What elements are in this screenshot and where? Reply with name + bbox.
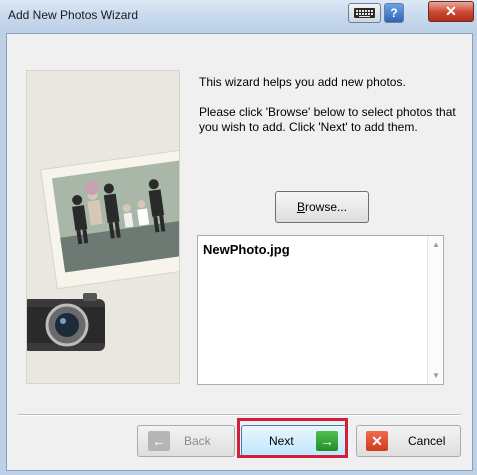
camera-icon: [27, 293, 105, 351]
keyboard-icon: [354, 8, 375, 18]
back-button[interactable]: ← Back: [137, 425, 235, 457]
help-button[interactable]: ?: [384, 3, 404, 23]
next-button-highlight: [237, 418, 348, 458]
instructions-text: Please click 'Browse' below to select ph…: [199, 105, 456, 134]
browse-label: Browse...: [296, 200, 348, 214]
intro-text: This wizard helps you add new photos.: [199, 75, 406, 89]
keyboard-button[interactable]: [348, 3, 381, 23]
cancel-button[interactable]: ✕ Cancel: [356, 425, 461, 457]
family-photo-illustration: [27, 71, 179, 383]
close-button[interactable]: ✕: [428, 1, 474, 22]
back-arrow-icon: ←: [148, 431, 170, 451]
window-title: Add New Photos Wizard: [8, 8, 139, 22]
cancel-label: Cancel: [408, 434, 446, 448]
divider: [18, 414, 461, 416]
file-list[interactable]: NewPhoto.jpg ▲ ▼: [197, 235, 444, 385]
wizard-body: This wizard helps you add new photos. Pl…: [6, 33, 473, 471]
title-bar: Add New Photos Wizard ? ✕: [0, 0, 477, 33]
scroll-up-icon[interactable]: ▲: [432, 240, 440, 249]
scrollbar[interactable]: ▲ ▼: [427, 236, 443, 384]
back-label: Back: [184, 434, 211, 448]
scroll-down-icon[interactable]: ▼: [432, 371, 440, 380]
browse-button[interactable]: Browse...: [275, 191, 369, 223]
wizard-illustration: [26, 70, 180, 384]
close-icon: ✕: [445, 3, 457, 19]
help-icon: ?: [390, 6, 398, 20]
list-item[interactable]: NewPhoto.jpg: [203, 242, 290, 257]
cancel-x-icon: ✕: [366, 431, 388, 451]
